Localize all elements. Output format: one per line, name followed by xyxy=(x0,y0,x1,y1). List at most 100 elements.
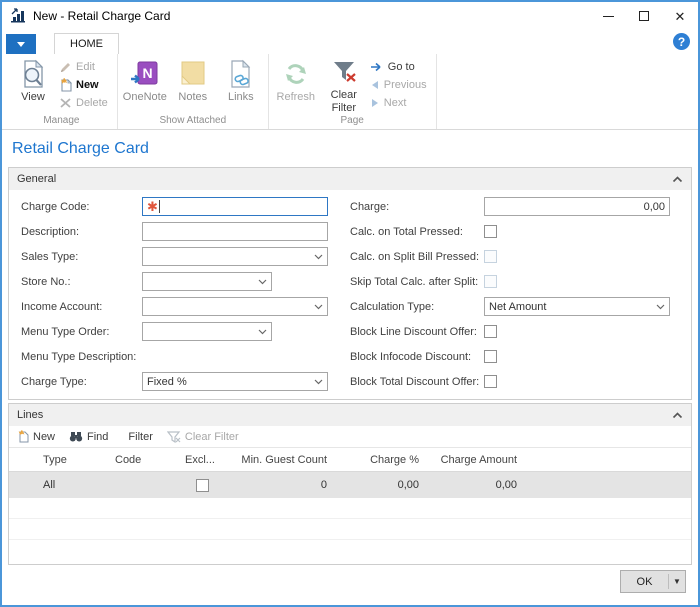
text-cursor xyxy=(159,200,160,213)
new-button[interactable]: New xyxy=(57,76,114,94)
clear-filter-button[interactable]: Clear Filter xyxy=(320,56,368,114)
ribbon-tab-row: HOME ? xyxy=(2,30,698,54)
application-menu-button[interactable] xyxy=(6,34,36,54)
required-asterisk-icon: ✱ xyxy=(147,200,158,213)
column-header-charge-amount[interactable]: Charge Amount xyxy=(423,454,521,466)
column-header-code[interactable]: Code xyxy=(111,454,181,466)
ribbon-group-manage-label: Manage xyxy=(9,114,114,129)
cell-type: All xyxy=(39,479,111,491)
ribbon-group-manage: View Edit xyxy=(6,54,118,129)
menu-type-order-dropdown[interactable] xyxy=(142,322,272,341)
empty-row xyxy=(9,498,691,519)
next-button-label: Next xyxy=(384,97,407,109)
charge-code-label: Charge Code: xyxy=(21,201,142,213)
maximize-button[interactable] xyxy=(626,2,662,30)
links-button-label: Links xyxy=(228,91,254,104)
help-button[interactable]: ? xyxy=(673,33,690,50)
calc-on-total-pressed-checkbox[interactable] xyxy=(484,225,497,238)
view-button[interactable]: View xyxy=(9,56,57,114)
window-title: New - Retail Charge Card xyxy=(33,9,590,23)
calculation-type-value: Net Amount xyxy=(489,301,656,313)
onenote-button[interactable]: N OneNote xyxy=(121,56,169,114)
charge-type-dropdown[interactable]: Fixed % xyxy=(142,372,328,391)
charge-code-field[interactable]: ✱ xyxy=(142,197,328,216)
store-no-dropdown[interactable] xyxy=(142,272,272,291)
lines-section: Lines New xyxy=(8,403,692,565)
lines-filter-button[interactable]: Filter xyxy=(118,426,160,447)
cell-charge-amount: 0,00 xyxy=(423,479,521,491)
cell-min-guest-count: 0 xyxy=(223,479,331,491)
tab-home[interactable]: HOME xyxy=(54,33,119,54)
onenote-button-label: OneNote xyxy=(123,91,167,104)
store-no-label: Store No.: xyxy=(21,276,142,288)
cell-excl-checkbox[interactable] xyxy=(196,479,209,492)
clear-filter-button-label: Clear Filter xyxy=(320,89,368,114)
minimize-icon xyxy=(603,16,614,17)
column-header-excl[interactable]: Excl... xyxy=(181,454,223,466)
ok-dropdown-arrow[interactable]: ▼ xyxy=(669,577,685,586)
column-header-charge-pct[interactable]: Charge % xyxy=(331,454,423,466)
lines-clear-filter-label: Clear Filter xyxy=(185,431,239,443)
menu-type-order-label: Menu Type Order: xyxy=(21,326,142,338)
clear-filter-funnel-icon xyxy=(330,59,358,87)
next-button[interactable]: Next xyxy=(368,94,433,112)
edit-pencil-icon xyxy=(59,61,72,74)
block-total-discount-offer-checkbox[interactable] xyxy=(484,375,497,388)
ok-split-button[interactable]: OK ▼ xyxy=(620,570,686,593)
calculation-type-label: Calculation Type: xyxy=(350,301,484,313)
delete-button[interactable]: Delete xyxy=(57,94,114,112)
previous-arrow-icon xyxy=(370,80,380,90)
general-section-title: General xyxy=(17,173,672,185)
column-header-type[interactable]: Type xyxy=(39,454,111,466)
next-arrow-icon xyxy=(370,98,380,108)
find-binoculars-icon xyxy=(69,431,83,442)
refresh-icon xyxy=(282,59,310,89)
ribbon-group-page: Refresh Clear Filter Go to xyxy=(269,54,437,129)
lines-new-label: New xyxy=(33,431,55,443)
general-section: General Charge Code: ✱ xyxy=(8,167,692,400)
column-header-min-guest-count[interactable]: Min. Guest Count xyxy=(223,454,331,466)
notes-sticky-icon xyxy=(179,59,207,89)
close-button[interactable]: ✕ xyxy=(662,2,698,30)
links-chain-icon xyxy=(227,59,255,89)
close-icon: ✕ xyxy=(675,10,686,23)
new-button-label: New xyxy=(76,79,99,91)
lines-section-title: Lines xyxy=(17,409,672,421)
chevron-down-icon xyxy=(314,304,323,310)
refresh-button-label: Refresh xyxy=(277,91,316,104)
menu-type-description-label: Menu Type Description: xyxy=(21,351,136,363)
previous-button-label: Previous xyxy=(384,79,427,91)
general-left-column: Charge Code: ✱ Description: xyxy=(21,197,350,391)
lines-find-label: Find xyxy=(87,431,108,443)
previous-button[interactable]: Previous xyxy=(368,76,433,94)
block-line-discount-offer-checkbox[interactable] xyxy=(484,325,497,338)
general-section-header[interactable]: General xyxy=(9,168,691,190)
collapse-chevron-up-icon xyxy=(672,176,683,183)
ribbon-group-show-attached-label: Show Attached xyxy=(121,114,265,129)
lines-section-header[interactable]: Lines xyxy=(9,404,691,426)
page-title: Retail Charge Card xyxy=(2,130,698,167)
delete-button-label: Delete xyxy=(76,97,108,109)
edit-button-label: Edit xyxy=(76,61,95,73)
goto-arrow-icon xyxy=(370,62,384,72)
lines-table-row[interactable]: All 0 0,00 0,00 xyxy=(9,472,691,498)
lines-find-button[interactable]: Find xyxy=(65,426,116,447)
goto-button[interactable]: Go to xyxy=(368,58,433,76)
clear-filter-funnel-icon xyxy=(167,431,181,443)
income-account-dropdown[interactable] xyxy=(142,297,328,316)
calculation-type-dropdown[interactable]: Net Amount xyxy=(484,297,670,316)
new-page-icon xyxy=(59,78,72,92)
minimize-button[interactable] xyxy=(590,2,626,30)
notes-button[interactable]: Notes xyxy=(169,56,217,114)
description-field[interactable] xyxy=(142,222,328,241)
refresh-button[interactable]: Refresh xyxy=(272,56,320,114)
links-button[interactable]: Links xyxy=(217,56,265,114)
lines-clear-filter-button[interactable]: Clear Filter xyxy=(163,426,247,447)
block-infocode-discount-checkbox[interactable] xyxy=(484,350,497,363)
block-infocode-discount-label: Block Infocode Discount: xyxy=(350,351,484,363)
sales-type-dropdown[interactable] xyxy=(142,247,328,266)
lines-new-button[interactable]: New xyxy=(13,426,63,447)
charge-field[interactable]: 0,00 xyxy=(484,197,670,216)
edit-button[interactable]: Edit xyxy=(57,58,114,76)
lines-column-headers: Type Code Excl... Min. Guest Count Charg… xyxy=(9,448,691,472)
